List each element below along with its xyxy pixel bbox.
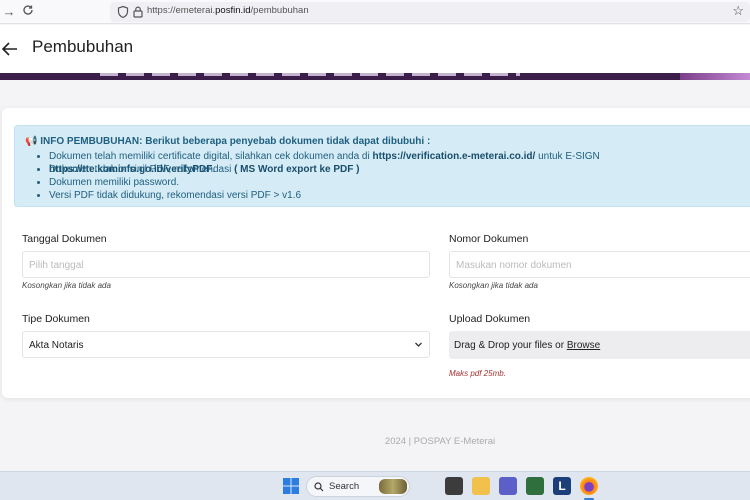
app-l-icon[interactable]: L [553, 477, 571, 495]
page-title: Pembubuhan [32, 37, 134, 56]
footer-text: 2024 | POSPAY E-Meterai [384, 436, 496, 447]
info-item: Versi PDF tidak didukung, rekomendasi ve… [49, 189, 750, 202]
info-alert: 📢 INFO PEMBUBUHAN: Berikut beberapa peny… [14, 125, 750, 207]
upload-hint: Maks pdf 25mb. [449, 369, 506, 378]
file-explorer-icon[interactable] [472, 477, 490, 495]
task-view-icon[interactable] [445, 477, 463, 495]
tanggal-hint: Kosongkan jika tidak ada [22, 281, 111, 290]
banner-image [0, 73, 750, 80]
search-highlight-image [379, 479, 407, 494]
date-input[interactable]: Pilih tanggal [22, 251, 430, 278]
form-card: 📢 INFO PEMBUBUHAN: Berikut beberapa peny… [2, 108, 750, 398]
nomor-label: Nomor Dokumen [449, 233, 529, 245]
lock-icon[interactable] [131, 5, 145, 19]
firefox-icon[interactable] [580, 477, 598, 495]
bookmark-star-icon[interactable]: ☆ [732, 3, 744, 19]
shield-icon[interactable] [116, 5, 130, 19]
tipe-select[interactable]: Akta Notaris [22, 331, 430, 358]
address-bar[interactable]: https://emeterai.posfin.id/pembubuhan ☆ [110, 2, 750, 22]
app-header: Pembubuhan [0, 25, 750, 73]
megaphone-icon: 📢 [25, 136, 38, 147]
taskbar-search[interactable]: Search [306, 476, 410, 497]
upload-text: Drag & Drop your files or [454, 340, 567, 351]
forward-icon[interactable]: → [0, 3, 18, 21]
info-item: Dokumen memiliki password. [49, 176, 750, 189]
tanggal-label: Tanggal Dokumen [22, 233, 107, 245]
browser-toolbar: → https://emeterai.posfin.id/pembubuhan … [0, 0, 750, 24]
info-item: Dokumen telah memiliki certificate digit… [49, 150, 750, 175]
search-label: Search [329, 481, 360, 492]
browse-link[interactable]: Browse [567, 340, 600, 351]
info-heading: 📢 INFO PEMBUBUHAN: Berikut beberapa peny… [25, 136, 431, 147]
nomor-input[interactable]: Masukan nomor dokumen [449, 251, 750, 278]
chevron-down-icon [414, 340, 423, 351]
url-text[interactable]: https://emeterai.posfin.id/pembubuhan [147, 5, 309, 16]
nomor-hint: Kosongkan jika tidak ada [449, 281, 538, 290]
taskbar: Search L [0, 471, 750, 500]
teams-icon[interactable] [499, 477, 517, 495]
tipe-selected-value: Akta Notaris [29, 340, 84, 351]
info-item: Dokumen tidak orisinil PDF, rekomendasi … [49, 163, 750, 176]
info-list: Dokumen telah memiliki certificate digit… [49, 150, 750, 202]
reload-icon[interactable] [19, 3, 37, 21]
verification-link[interactable]: https://verification.e-meterai.co.id/ [373, 151, 536, 162]
windows-start-icon[interactable] [282, 477, 300, 495]
back-arrow-icon[interactable] [0, 39, 20, 59]
upload-dropzone[interactable]: Drag & Drop your files or Browse [449, 331, 750, 359]
upload-label: Upload Dokumen [449, 313, 531, 325]
store-icon[interactable] [526, 477, 544, 495]
tipe-label: Tipe Dokumen [22, 313, 90, 325]
search-icon [314, 482, 324, 492]
